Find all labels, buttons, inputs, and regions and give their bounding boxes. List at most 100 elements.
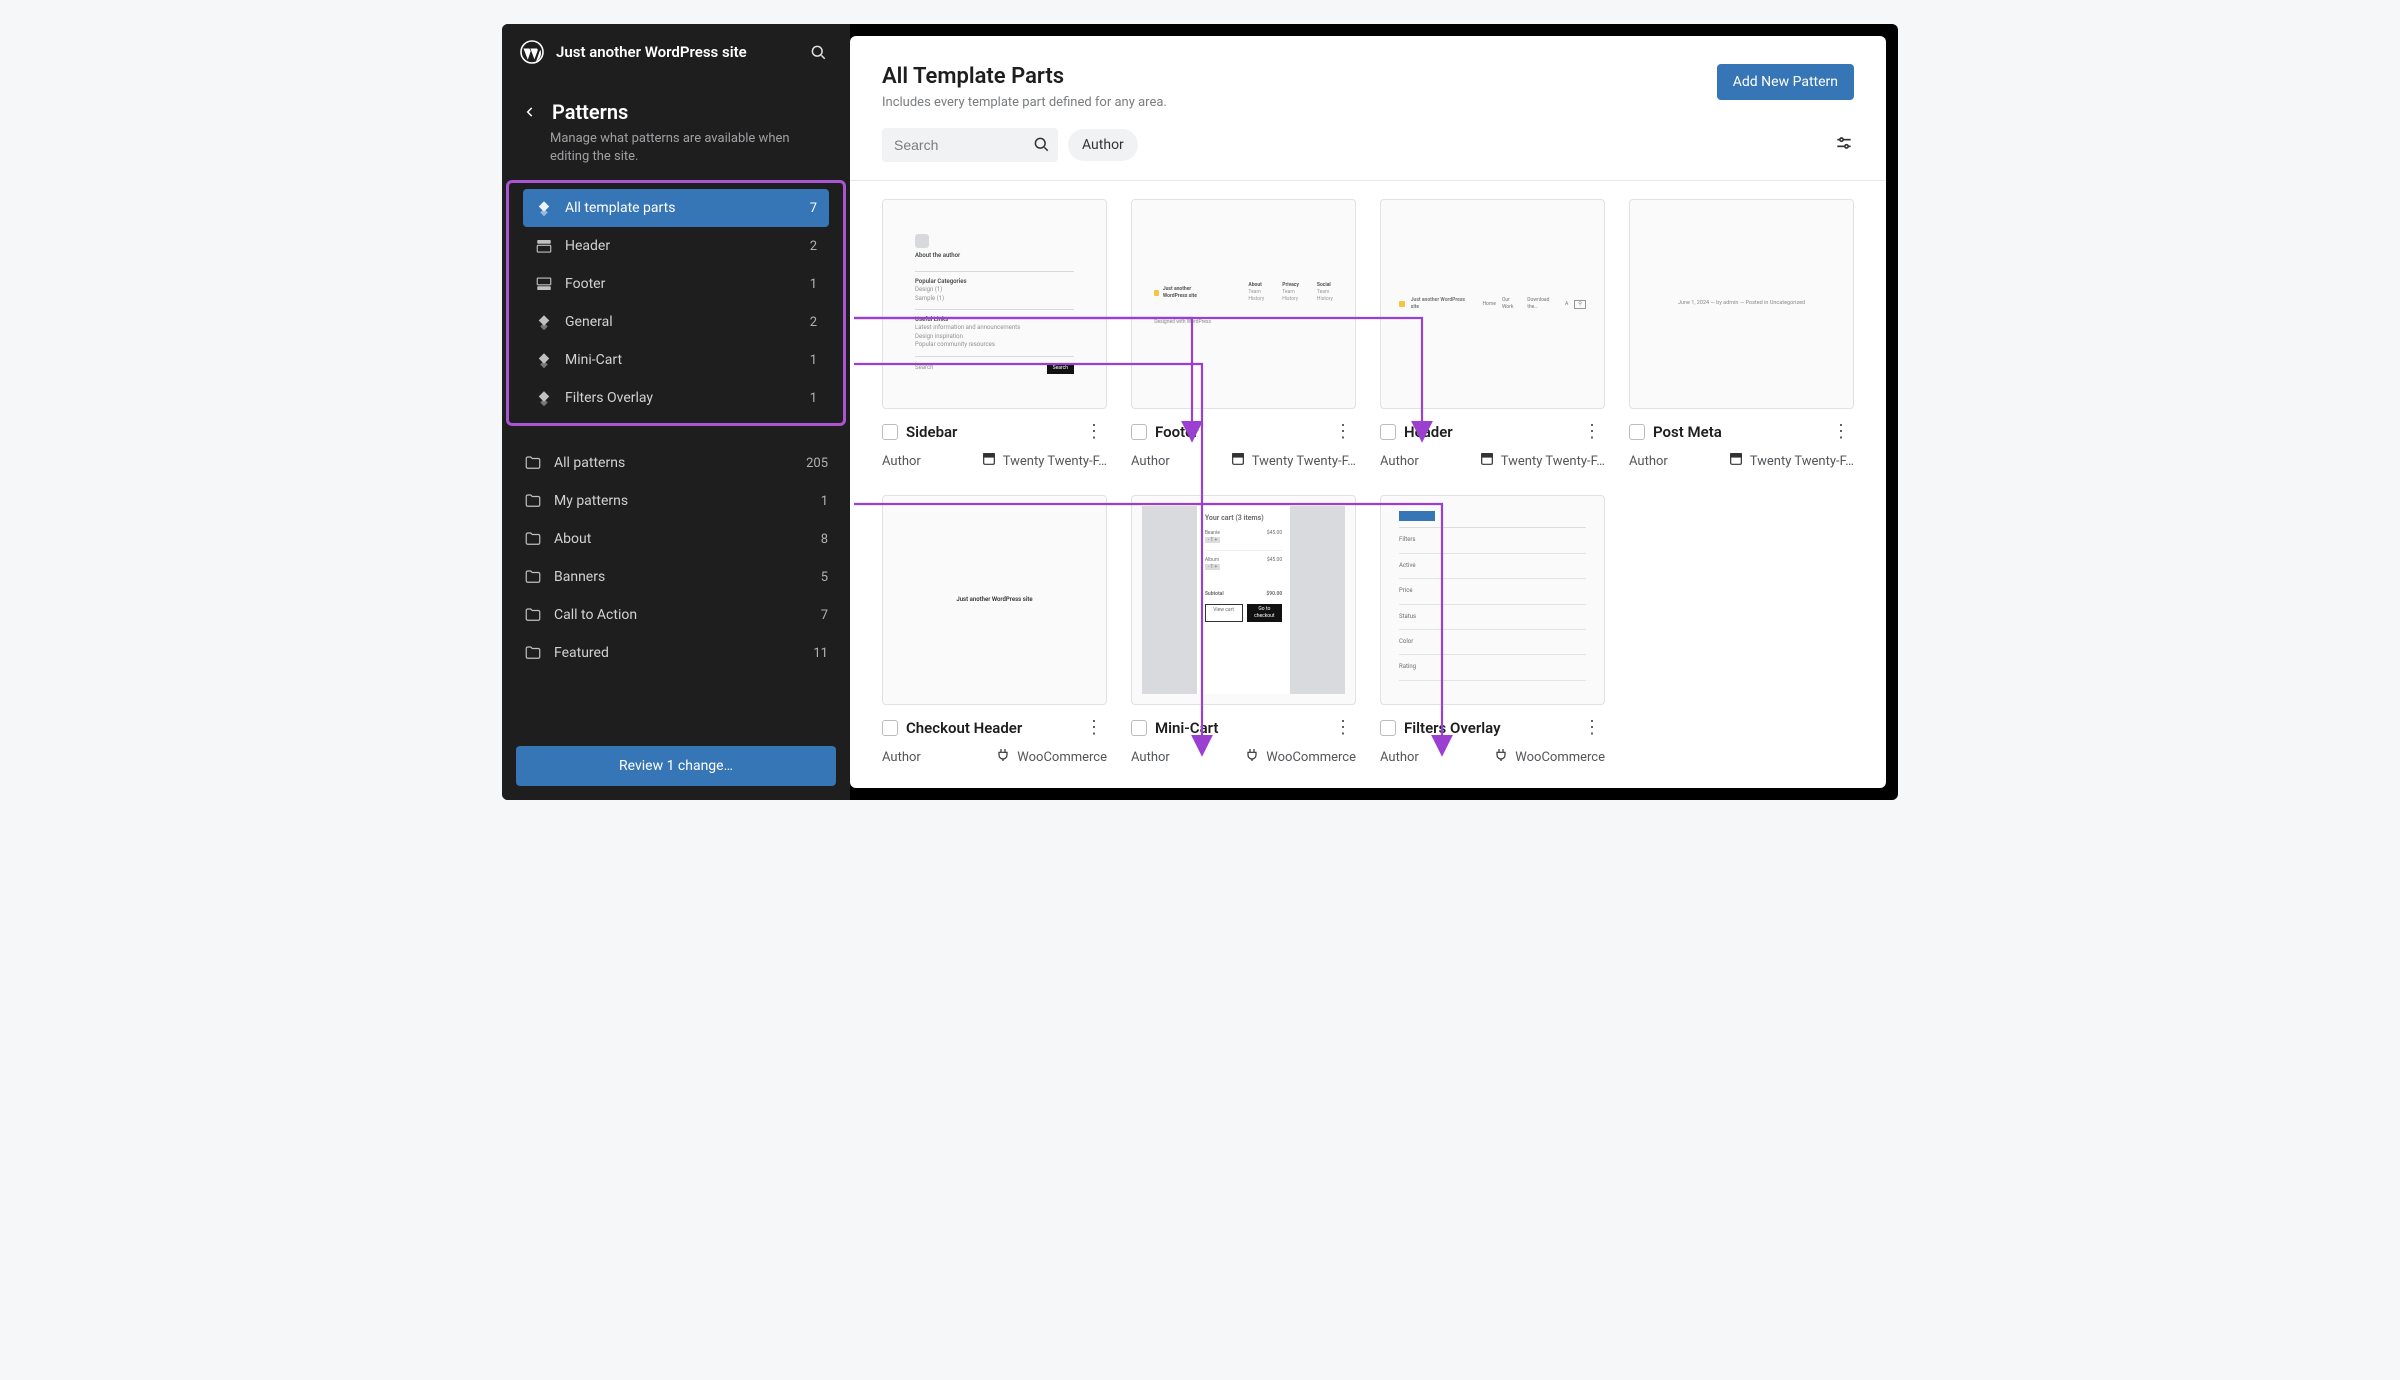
source-name: Twenty Twenty-F… xyxy=(1501,454,1605,469)
pattern-card: About the authorPopular CategoriesDesign… xyxy=(882,199,1107,471)
select-checkbox[interactable] xyxy=(882,720,898,736)
review-changes-button[interactable]: Review 1 change… xyxy=(516,746,836,786)
pattern-title: Sidebar xyxy=(906,423,1073,441)
source-name: WooCommerce xyxy=(1515,750,1605,765)
pattern-title: Filters Overlay xyxy=(1404,719,1571,737)
more-actions-icon[interactable]: ⋮ xyxy=(1081,421,1107,443)
nav-item-count: 205 xyxy=(806,456,828,471)
diamond-icon xyxy=(535,313,553,331)
pattern-preview[interactable]: FiltersActivePriceStatusColorRating xyxy=(1380,495,1605,705)
more-actions-icon[interactable]: ⋮ xyxy=(1081,717,1107,739)
author-label: Author xyxy=(882,750,921,765)
source-chip: Twenty Twenty-F… xyxy=(1230,451,1356,471)
source-name: Twenty Twenty-F… xyxy=(1003,454,1107,469)
select-checkbox[interactable] xyxy=(1629,424,1645,440)
nav-item-count: 5 xyxy=(821,570,828,585)
folder-icon xyxy=(524,606,542,624)
pattern-preview[interactable]: Just another WordPress site xyxy=(882,495,1107,705)
nav-item-count: 1 xyxy=(810,277,817,292)
sidebar-item-general[interactable]: General2 xyxy=(523,303,829,341)
nav-item-label: All patterns xyxy=(554,455,625,471)
theme-icon xyxy=(1728,451,1744,471)
nav-item-label: Mini-Cart xyxy=(565,352,622,368)
author-label: Author xyxy=(1131,750,1170,765)
diamond-icon xyxy=(535,199,553,217)
command-search-icon[interactable] xyxy=(804,38,832,66)
author-filter-chip[interactable]: Author xyxy=(1068,129,1138,161)
pattern-preview[interactable]: About the authorPopular CategoriesDesign… xyxy=(882,199,1107,409)
theme-icon xyxy=(1479,451,1495,471)
folder-icon xyxy=(524,454,542,472)
nav-item-count: 2 xyxy=(810,315,817,330)
pattern-title: Mini-Cart xyxy=(1155,719,1322,737)
main-panel: All Template Parts Includes every templa… xyxy=(850,36,1886,788)
header-icon xyxy=(535,237,553,255)
sidebar-item-about[interactable]: About8 xyxy=(512,520,840,558)
sidebar-item-header[interactable]: Header2 xyxy=(523,227,829,265)
sidebar-item-filters-overlay[interactable]: Filters Overlay 1 xyxy=(523,379,829,417)
plugin-icon xyxy=(1244,747,1260,767)
display-options-icon[interactable] xyxy=(1834,133,1854,157)
sidebar-item-featured[interactable]: Featured 11 xyxy=(512,634,840,672)
nav-item-count: 1 xyxy=(810,353,817,368)
nav-item-label: All template parts xyxy=(565,200,675,216)
nav-item-count: 11 xyxy=(813,646,828,661)
source-name: WooCommerce xyxy=(1266,750,1356,765)
pattern-preview[interactable]: Just another WordPress siteHome Our Work… xyxy=(1380,199,1605,409)
diamond-icon xyxy=(535,351,553,369)
select-checkbox[interactable] xyxy=(1380,720,1396,736)
plugin-icon xyxy=(1493,747,1509,767)
sidebar-item-banners[interactable]: Banners5 xyxy=(512,558,840,596)
source-chip: Twenty Twenty-F… xyxy=(1479,451,1605,471)
author-label: Author xyxy=(1380,750,1419,765)
pattern-card: Just another WordPress site Checkout Head… xyxy=(882,495,1107,767)
nav-item-label: Featured xyxy=(554,645,609,661)
pattern-card: Your cart (3 items)Beanie- 1 +$45.00Albu… xyxy=(1131,495,1356,767)
source-chip: WooCommerce xyxy=(1493,747,1605,767)
select-checkbox[interactable] xyxy=(1131,424,1147,440)
nav-description: Manage what patterns are available when … xyxy=(502,130,850,180)
sidebar-item-footer[interactable]: Footer 1 xyxy=(523,265,829,303)
sidebar-item-all-patterns[interactable]: All patterns 205 xyxy=(512,444,840,482)
select-checkbox[interactable] xyxy=(1131,720,1147,736)
more-actions-icon[interactable]: ⋮ xyxy=(1330,717,1356,739)
back-chevron-icon[interactable] xyxy=(520,102,540,122)
sidebar-item-all-template-parts[interactable]: All template parts7 xyxy=(523,189,829,227)
pattern-card: Just another WordPress siteAboutTeamHist… xyxy=(1131,199,1356,471)
more-actions-icon[interactable]: ⋮ xyxy=(1330,421,1356,443)
author-label: Author xyxy=(882,454,921,469)
pattern-title: Footer xyxy=(1155,423,1322,441)
plugin-icon xyxy=(995,747,1011,767)
nav-item-label: Footer xyxy=(565,276,605,292)
add-new-pattern-button[interactable]: Add New Pattern xyxy=(1717,64,1854,100)
sidebar-item-call-to-action[interactable]: Call to Action7 xyxy=(512,596,840,634)
diamond-icon xyxy=(535,389,553,407)
sidebar-item-my-patterns[interactable]: My patterns1 xyxy=(512,482,840,520)
more-actions-icon[interactable]: ⋮ xyxy=(1828,421,1854,443)
page-subtitle: Includes every template part defined for… xyxy=(882,95,1717,110)
template-parts-nav: All template parts7Header2 Footer 1 General… xyxy=(513,189,839,417)
select-checkbox[interactable] xyxy=(882,424,898,440)
nav-item-label: Call to Action xyxy=(554,607,637,623)
source-chip: WooCommerce xyxy=(1244,747,1356,767)
author-label: Author xyxy=(1629,454,1668,469)
template-parts-highlight: All template parts7Header2 Footer 1 General… xyxy=(506,180,846,426)
source-name: WooCommerce xyxy=(1017,750,1107,765)
source-chip: Twenty Twenty-F… xyxy=(981,451,1107,471)
nav-item-label: Filters Overlay xyxy=(565,390,653,406)
site-title: Just another WordPress site xyxy=(556,43,792,61)
pattern-preview[interactable]: Your cart (3 items)Beanie- 1 +$45.00Albu… xyxy=(1131,495,1356,705)
pattern-title: Checkout Header xyxy=(906,719,1073,737)
sidebar-item-mini-cart[interactable]: Mini-Cart 1 xyxy=(523,341,829,379)
more-actions-icon[interactable]: ⋮ xyxy=(1579,421,1605,443)
pattern-preview[interactable]: Just another WordPress siteAboutTeamHist… xyxy=(1131,199,1356,409)
page-title: All Template Parts xyxy=(882,64,1717,89)
main-header: All Template Parts Includes every templa… xyxy=(850,36,1886,128)
folder-icon xyxy=(524,568,542,586)
pattern-preview[interactable]: June 1, 2024 — by admin — Posted in Unca… xyxy=(1629,199,1854,409)
select-checkbox[interactable] xyxy=(1380,424,1396,440)
nav-item-count: 1 xyxy=(810,391,817,406)
template-parts-grid: About the authorPopular CategoriesDesign… xyxy=(850,181,1886,788)
more-actions-icon[interactable]: ⋮ xyxy=(1579,717,1605,739)
source-chip: WooCommerce xyxy=(995,747,1107,767)
